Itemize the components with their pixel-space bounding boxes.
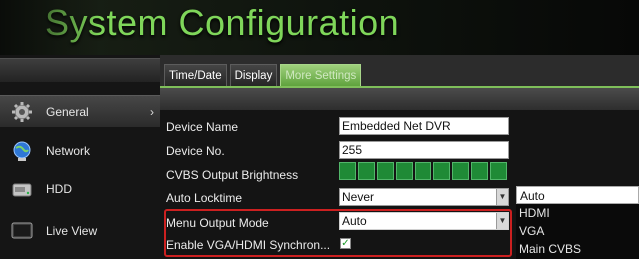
tab-display[interactable]: Display [229,64,278,86]
device-name-field[interactable]: Embedded Net DVR [339,117,509,135]
hdd-icon [10,178,34,200]
brightness-block [490,162,508,180]
brightness-block [433,162,451,180]
brightness-block [376,162,394,180]
cvbs-brightness-label: CVBS Output Brightness [166,168,299,182]
sidebar-item-hdd[interactable]: HDD [0,173,160,205]
sidebar: General › Network HDD Live View [0,55,160,259]
monitor-icon [10,220,34,242]
brightness-block [357,162,375,180]
device-no-field[interactable]: 255 [339,141,509,159]
sidebar-item-network[interactable]: Network [0,135,160,167]
tab-time-date[interactable]: Time/Date [164,64,227,86]
device-no-label: Device No. [166,144,225,158]
sidebar-item-general[interactable]: General › [0,95,160,127]
sidebar-item-label: General [46,104,89,119]
sidebar-item-live-view[interactable]: Live View [0,215,160,247]
device-name-label: Device Name [166,120,239,134]
network-globe-icon [10,140,34,162]
auto-locktime-value: Never [342,190,375,204]
cvbs-brightness-slider[interactable] [339,162,508,180]
sidebar-item-label: Live View [46,224,98,238]
output-mode-dropdown[interactable]: Auto HDMI VGA Main CVBS [516,186,639,259]
auto-locktime-label: Auto Locktime [166,191,243,205]
dropdown-option-auto[interactable]: Auto [516,186,639,204]
sidebar-item-label: Network [46,144,91,158]
brightness-block [414,162,432,180]
tab-bar: Time/Date Display More Settings [164,64,364,86]
title-bar: System Configuration [0,0,639,55]
brightness-block [339,162,356,180]
brightness-block [471,162,489,180]
brightness-block [395,162,413,180]
sidebar-item-label: HDD [46,182,72,196]
gear-icon [10,101,34,123]
dropdown-option-hdmi[interactable]: HDMI [516,204,639,222]
chevron-down-icon[interactable]: ▼ [496,189,508,205]
tab-more-settings[interactable]: More Settings [280,64,362,86]
sidebar-header [0,58,160,82]
brightness-block [452,162,470,180]
dropdown-option-main-cvbs[interactable]: Main CVBS [516,240,639,258]
auto-locktime-select[interactable]: Never ▼ [339,188,509,206]
highlight-box [164,209,512,257]
chevron-right-icon: › [150,104,154,119]
dropdown-option-vga[interactable]: VGA [516,222,639,240]
tab-content-header [160,86,639,110]
